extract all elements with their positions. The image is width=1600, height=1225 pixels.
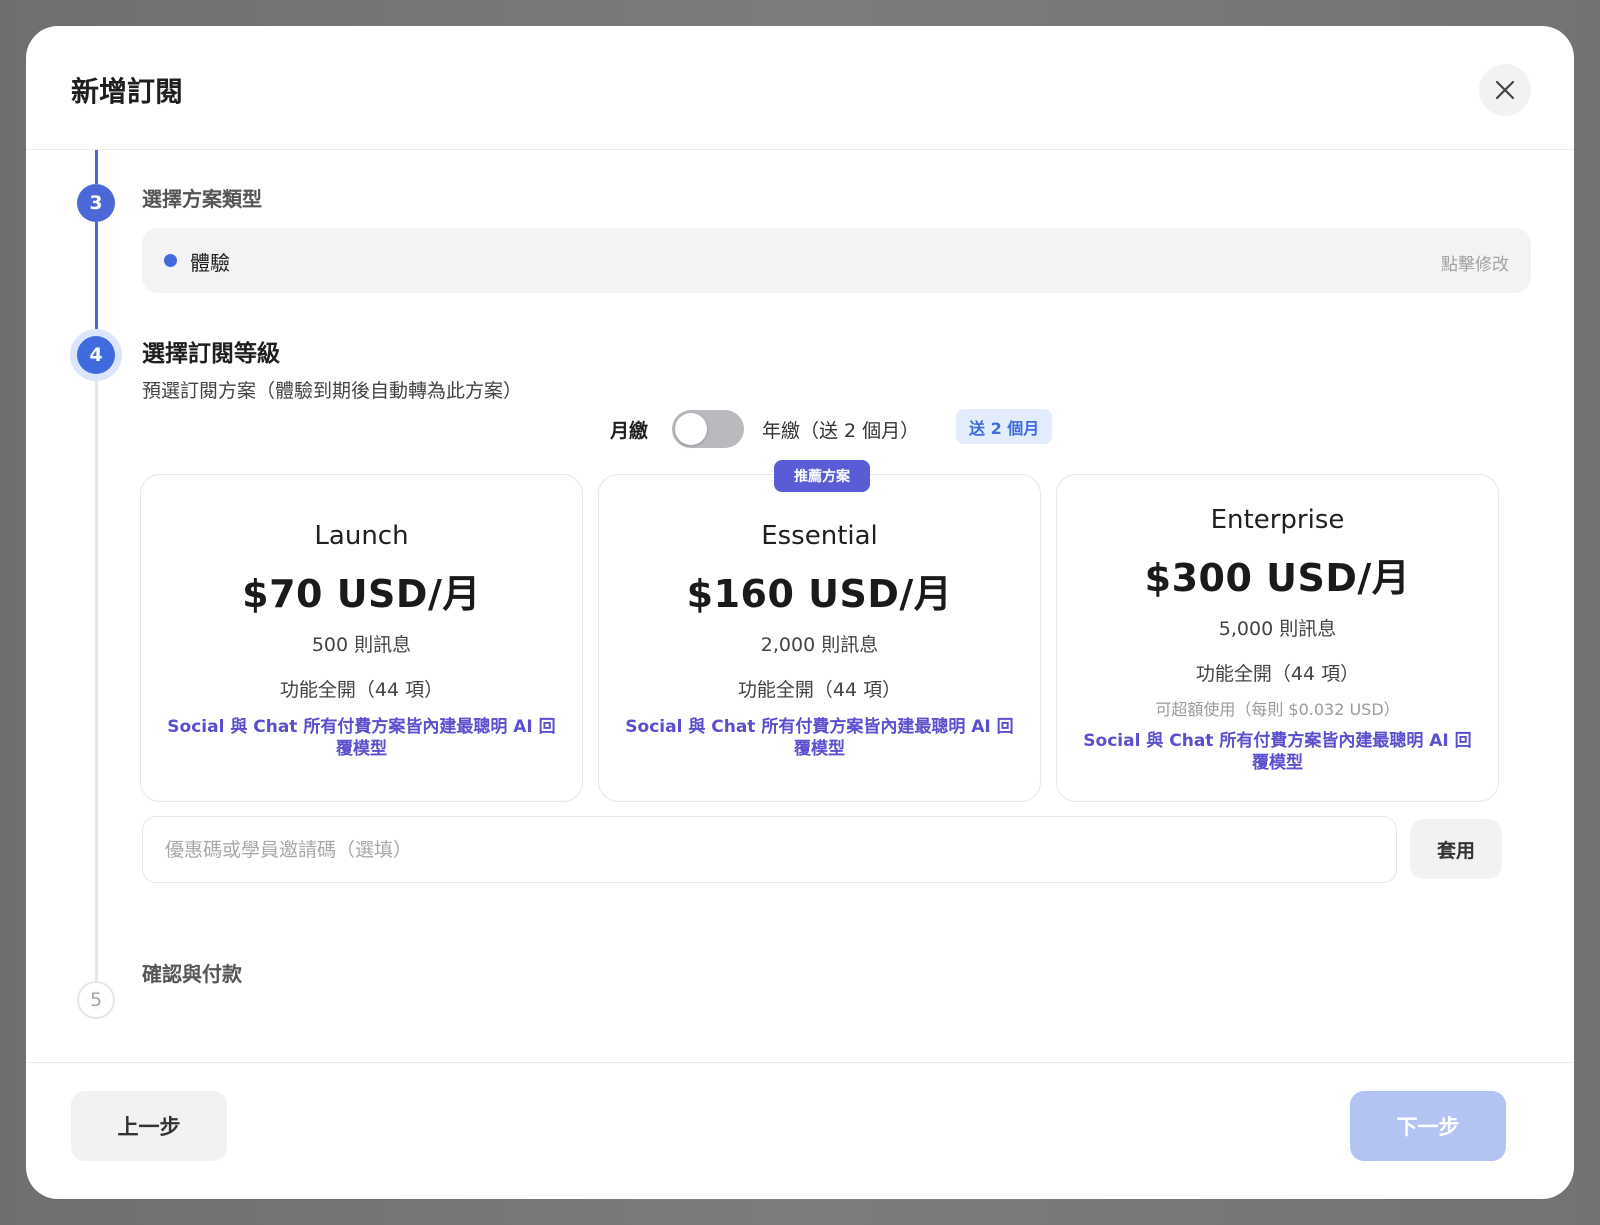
plan-name: Enterprise (1210, 505, 1345, 535)
coupon-input[interactable] (142, 816, 1397, 883)
recommended-badge: 推薦方案 (774, 460, 870, 492)
plan-features: 功能全開（44 項） (1195, 663, 1360, 685)
plan-ai-note: Social 與 Chat 所有付費方案皆內建最聰明 AI 回覆模型 (625, 717, 1014, 759)
plan-price: $300 USD/月 (1144, 556, 1411, 600)
plan-name: Essential (761, 521, 878, 551)
step-3-indicator: 3 (77, 184, 115, 222)
plan-type-label: 體驗 (190, 251, 230, 275)
timeline-segment-pending (95, 374, 98, 981)
plan-name: Launch (314, 521, 409, 551)
plan-price: $70 USD/月 (242, 572, 481, 616)
plan-card-launch[interactable]: Launch $70 USD/月 500 則訊息 功能全開（44 項） Soci… (140, 474, 583, 802)
modal-title: 新增訂閱 (71, 75, 184, 108)
close-icon (1495, 80, 1515, 100)
plan-features: 功能全開（44 項） (737, 679, 902, 701)
step-5-indicator: 5 (77, 981, 115, 1019)
modal-header: 新增訂閱 (26, 26, 1574, 150)
plan-messages: 5,000 則訊息 (1218, 618, 1337, 640)
step-4-indicator: 4 (77, 336, 115, 374)
billing-yearly-label: 年繳（送 2 個月） (762, 420, 920, 442)
plan-card-essential[interactable]: Essential $160 USD/月 2,000 則訊息 功能全開（44 項… (598, 474, 1041, 802)
plan-overage: 可超額使用（每則 $0.032 USD） (1155, 700, 1400, 719)
toggle-knob (675, 413, 707, 445)
apply-coupon-button[interactable]: 套用 (1410, 819, 1502, 879)
step-3-title: 選擇方案類型 (142, 187, 262, 211)
plan-price: $160 USD/月 (686, 572, 953, 616)
plan-messages: 500 則訊息 (311, 634, 412, 656)
modal-footer: 上一步 下一步 (26, 1062, 1574, 1199)
plan-features: 功能全開（44 項） (279, 679, 444, 701)
edit-hint: 點擊修改 (1441, 255, 1509, 275)
plan-messages: 2,000 則訊息 (760, 634, 879, 656)
add-subscription-modal: 新增訂閱 3 選擇方案類型 體驗 點擊修改 4 選擇訂閱等級 預選訂閱方案（體驗… (26, 26, 1574, 1199)
selected-plan-type[interactable]: 體驗 點擊修改 (142, 228, 1531, 293)
bonus-badge: 送 2 個月 (956, 409, 1053, 444)
billing-cycle-selector: 月繳 年繳（送 2 個月） 送 2 個月 (26, 406, 1574, 452)
step-5-title: 確認與付款 (142, 962, 242, 986)
billing-monthly-label: 月繳 (610, 420, 649, 442)
selected-dot-icon (164, 254, 177, 267)
previous-step-button[interactable]: 上一步 (71, 1091, 227, 1161)
plan-card-enterprise[interactable]: Enterprise $300 USD/月 5,000 則訊息 功能全開（44 … (1056, 474, 1499, 802)
close-button[interactable] (1479, 64, 1531, 116)
timeline-segment-completed-top (95, 150, 98, 184)
timeline-segment-completed (95, 222, 98, 336)
step-4-subtitle: 預選訂閱方案（體驗到期後自動轉為此方案） (142, 380, 523, 402)
next-step-button[interactable]: 下一步 (1350, 1091, 1506, 1161)
step-4-title: 選擇訂閱等級 (142, 341, 280, 367)
plan-ai-note: Social 與 Chat 所有付費方案皆內建最聰明 AI 回覆模型 (1083, 731, 1472, 773)
billing-cycle-toggle[interactable] (672, 410, 744, 448)
plan-ai-note: Social 與 Chat 所有付費方案皆內建最聰明 AI 回覆模型 (167, 717, 556, 759)
